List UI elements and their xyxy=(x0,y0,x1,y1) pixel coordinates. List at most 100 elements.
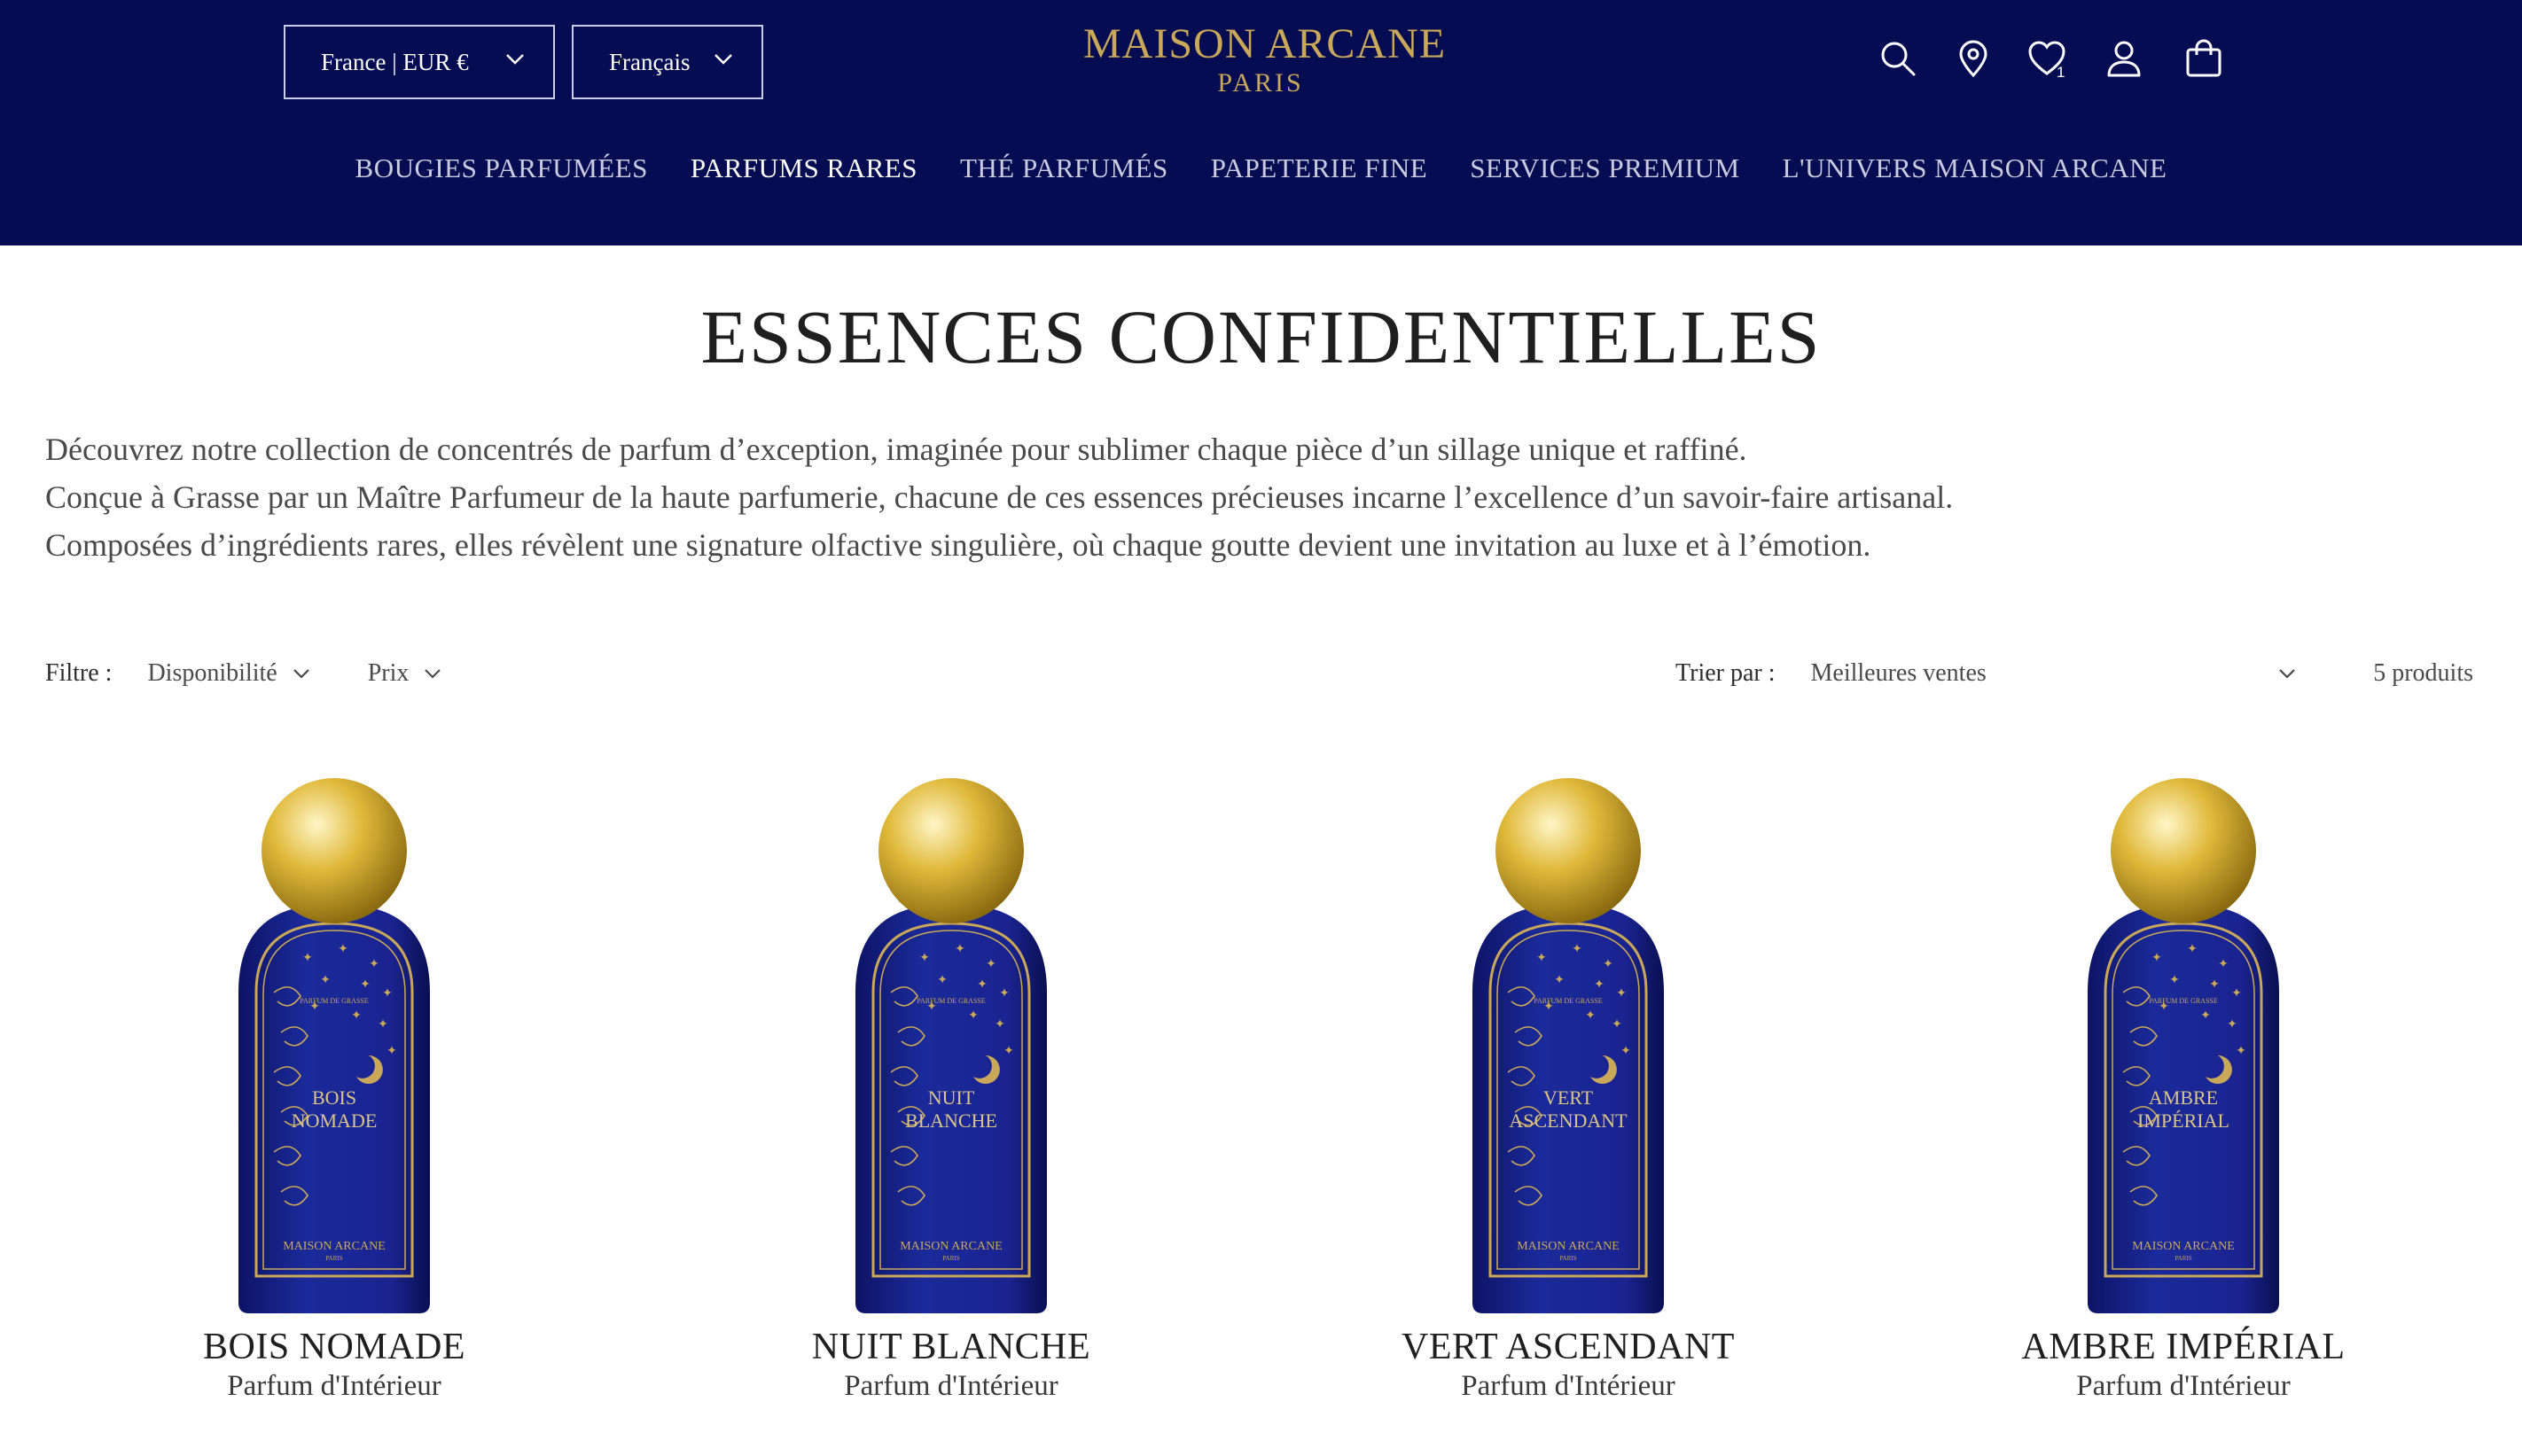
filter-availability[interactable]: Disponibilité xyxy=(147,659,310,688)
ornament-star: ✦ xyxy=(1585,1009,1596,1023)
bottle-label-top: PARFUM DE GRASSE xyxy=(300,997,369,1005)
chevron-down-icon xyxy=(714,54,732,65)
filter-price-label: Prix xyxy=(367,659,410,687)
ornament-star: ✦ xyxy=(360,978,371,992)
language-selector[interactable]: Français xyxy=(572,25,763,99)
product-image: ✦✦✦✦✦✦✦✦✦✦PARFUM DE GRASSENUITBLANCHEMAI… xyxy=(855,778,1047,1313)
product-card[interactable]: ✦ ✦ ✦ ✦ ✦ ✦ ✦ ✦ ✦ ✦ PARFUM DE GRASSE NUIT BLANCHE MAI… xyxy=(752,771,1151,1403)
ornament-star: ✦ xyxy=(2169,974,2180,987)
ornament-star: ✦ xyxy=(369,958,379,971)
language-label: Français xyxy=(609,48,691,75)
product-name: VERT ASCENDANT xyxy=(1402,1327,1735,1367)
bottle-label-top: PARFUM DE GRASSE xyxy=(2149,997,2218,1005)
filter-label: Filtre : xyxy=(45,659,113,687)
nav-item-parfums-rares[interactable]: PARFUMS RARES xyxy=(691,152,917,184)
bottle-label-name-2: IMPÉRIAL xyxy=(2137,1110,2229,1132)
search-icon[interactable] xyxy=(1877,37,1919,80)
bottle-label-brand: MAISON ARCANE xyxy=(2132,1240,2235,1253)
account-icon[interactable] xyxy=(2103,37,2145,80)
bottle-cap xyxy=(878,778,1024,923)
product-image: ✦✦✦✦✦✦✦✦✦✦PARFUM DE GRASSEBOISNOMADEMAIS… xyxy=(238,778,430,1313)
product-type: Parfum d'Intérieur xyxy=(844,1370,1058,1402)
bottle-label-city: PARIS xyxy=(2175,1255,2191,1262)
ornament-star: ✦ xyxy=(2209,978,2220,992)
nav-item-univers-maison-arcane[interactable]: L'UNIVERS MAISON ARCANE xyxy=(1783,152,2167,184)
ornament-star: ✦ xyxy=(386,1045,397,1058)
ornament-star: ✦ xyxy=(382,987,393,1001)
bottle-label-city: PARIS xyxy=(325,1255,342,1262)
ornament-star: ✦ xyxy=(1620,1045,1631,1058)
bottle-cap xyxy=(2111,778,2256,923)
bottle-label-brand: MAISON ARCANE xyxy=(283,1240,386,1253)
country-currency-selector[interactable]: France | EUR € xyxy=(284,25,555,99)
bottle-label-brand: MAISON ARCANE xyxy=(1517,1240,1620,1253)
ornament-star: ✦ xyxy=(338,943,348,956)
store-locator-icon[interactable] xyxy=(1952,37,1995,80)
bottle-label-name-1: AMBRE xyxy=(2149,1086,2218,1109)
ornament-star: ✦ xyxy=(2151,952,2162,965)
sort-value: Meilleures ventes xyxy=(1810,659,1987,687)
product-count: 5 produits xyxy=(2373,659,2473,687)
product-card[interactable]: ✦ ✦ ✦ ✦ ✦ ✦ ✦ ✦ ✦ ✦ PARFUM DE GRASSE AMBRE IMPÉRIAL M… xyxy=(1984,771,2383,1403)
chevron-down-icon xyxy=(425,669,441,679)
bottle-cap xyxy=(262,778,407,923)
ornament-star: ✦ xyxy=(2231,987,2242,1001)
ornament-star: ✦ xyxy=(1536,952,1547,965)
ornament-star: ✦ xyxy=(986,958,996,971)
product-image: ✦✦✦✦✦✦✦✦✦✦PARFUM DE GRASSEAMBREIMPÉRIALM… xyxy=(2088,778,2279,1313)
chevron-down-icon xyxy=(506,54,524,65)
chevron-down-icon xyxy=(293,669,309,679)
ornament-star: ✦ xyxy=(351,1009,362,1023)
ornament-star: ✦ xyxy=(1572,943,1582,956)
cart-icon[interactable] xyxy=(2182,37,2225,80)
ornament-star: ✦ xyxy=(977,978,988,992)
bottle-label-brand: MAISON ARCANE xyxy=(900,1240,1003,1253)
product-type: Parfum d'Intérieur xyxy=(2076,1370,2291,1402)
bottle-label-name-2: NOMADE xyxy=(292,1110,378,1132)
bottle-label-name-1: VERT xyxy=(1543,1086,1594,1109)
brand-city: PARIS xyxy=(1217,68,1304,97)
ornament-star: ✦ xyxy=(1594,978,1605,992)
ornament-star: ✦ xyxy=(1616,987,1627,1001)
description-line: Découvrez notre collection de concentrés… xyxy=(45,432,1747,467)
ornament-star: ✦ xyxy=(320,974,331,987)
bottle-label-top: PARFUM DE GRASSE xyxy=(917,997,986,1005)
page-title: ESSENCES CONFIDENTIELLES xyxy=(700,294,1822,379)
nav-item-services-premium[interactable]: SERVICES PREMIUM xyxy=(1470,152,1739,184)
filter-availability-label: Disponibilité xyxy=(147,659,277,687)
brand-logo[interactable]: MAISON ARCANE PARIS xyxy=(1083,19,1447,97)
product-type: Parfum d'Intérieur xyxy=(1461,1370,1675,1402)
nav-item-bougies-parfumees[interactable]: BOUGIES PARFUMÉES xyxy=(355,152,648,184)
ornament-star: ✦ xyxy=(1603,958,1613,971)
site-header: France | EUR € Français MAISON ARCANE PA… xyxy=(0,0,2522,245)
bottle-label-city: PARIS xyxy=(1559,1255,1576,1262)
product-name: NUIT BLANCHE xyxy=(811,1327,1091,1367)
description-line: Composées d’ingrédients rares, elles rév… xyxy=(45,527,1871,563)
ornament-star: ✦ xyxy=(937,974,948,987)
ornament-star: ✦ xyxy=(1612,1018,1622,1032)
product-name: AMBRE IMPÉRIAL xyxy=(2021,1327,2346,1367)
bottle-label-name-2: ASCENDANT xyxy=(1509,1110,1628,1132)
sort-select[interactable]: Meilleures ventes xyxy=(1811,659,2297,688)
main-nav: BOUGIES PARFUMÉES PARFUMS RARES THÉ PARF… xyxy=(0,152,2522,184)
ornament-star: ✦ xyxy=(2227,1018,2237,1032)
ornament-star: ✦ xyxy=(968,1009,979,1023)
ornament-star: ✦ xyxy=(2236,1045,2246,1058)
product-name: BOIS NOMADE xyxy=(202,1327,465,1367)
product-card[interactable]: ✦ ✦ ✦ ✦ ✦ ✦ ✦ ✦ ✦ ✦ PARFUM DE GRASSE BOIS NOMADE MAIS… xyxy=(135,771,534,1403)
ornament-star: ✦ xyxy=(955,943,965,956)
bottle-label-name-1: NUIT xyxy=(928,1086,975,1109)
brand-name: MAISON ARCANE xyxy=(1083,20,1447,67)
ornament-star: ✦ xyxy=(1003,1045,1014,1058)
ornament-star: ✦ xyxy=(2200,1009,2211,1023)
nav-item-papeterie-fine[interactable]: PAPETERIE FINE xyxy=(1211,152,1427,184)
ornament-star: ✦ xyxy=(302,952,313,965)
ornament-star: ✦ xyxy=(378,1018,388,1032)
filter-price[interactable]: Prix xyxy=(368,659,443,688)
ornament-star: ✦ xyxy=(2187,943,2198,956)
nav-item-the-parfumes[interactable]: THÉ PARFUMÉS xyxy=(960,152,1168,184)
bottle-label-name-1: BOIS xyxy=(312,1086,356,1109)
product-card[interactable]: ✦ ✦ ✦ ✦ ✦ ✦ ✦ ✦ ✦ ✦ PARFUM DE GRASSE VERT ASCENDANT M… xyxy=(1369,771,1768,1403)
ornament-star: ✦ xyxy=(999,987,1010,1001)
ornament-star: ✦ xyxy=(1554,974,1565,987)
